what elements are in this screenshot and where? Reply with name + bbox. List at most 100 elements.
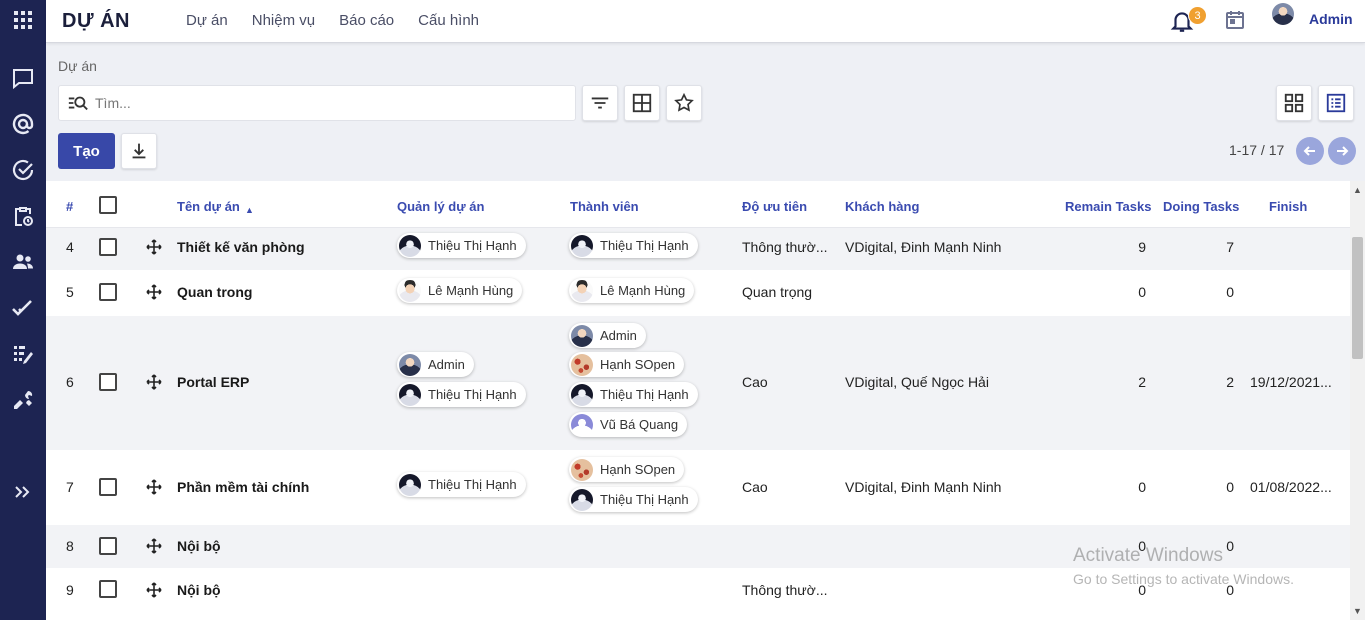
menu-item-reports[interactable]: Báo cáo bbox=[339, 12, 394, 29]
favorites-button[interactable] bbox=[666, 85, 702, 121]
column-header-manager[interactable]: Quản lý dự án bbox=[397, 199, 484, 214]
download-button[interactable] bbox=[121, 133, 157, 169]
arrow-right-icon bbox=[1337, 146, 1349, 156]
calendar-icon[interactable] bbox=[1223, 8, 1247, 32]
grid-table-icon bbox=[632, 93, 652, 113]
download-icon bbox=[132, 143, 146, 159]
row-checkbox[interactable] bbox=[99, 580, 117, 598]
tag-label: Thiệu Thị Hạnh bbox=[428, 387, 517, 402]
star-icon bbox=[674, 92, 694, 112]
tag-label: Admin bbox=[428, 357, 465, 372]
tools-icon[interactable] bbox=[0, 380, 46, 420]
column-header-doing-tasks[interactable]: Doing Tasks bbox=[1163, 199, 1239, 214]
scrollbar-thumb[interactable] bbox=[1352, 237, 1363, 359]
remain-tasks: 9 bbox=[1138, 239, 1146, 255]
menu-item-config[interactable]: Cấu hình bbox=[418, 12, 479, 29]
double-check-icon[interactable] bbox=[0, 288, 46, 328]
create-button[interactable]: Tạo bbox=[58, 133, 115, 169]
customer: VDigital, Đinh Mạnh Ninh bbox=[845, 479, 1002, 495]
manager-tag[interactable]: Thiệu Thị Hạnh bbox=[397, 382, 526, 407]
list-view-button[interactable] bbox=[1318, 85, 1354, 121]
group-by-button[interactable] bbox=[624, 85, 660, 121]
tag-label: Thiệu Thị Hạnh bbox=[600, 387, 689, 402]
table-header: # Tên dự án ▲ Quản lý dự án Thành viên Đ… bbox=[46, 181, 1350, 228]
vertical-scrollbar[interactable]: ▲ ▼ bbox=[1350, 181, 1365, 620]
filter-button[interactable] bbox=[582, 85, 618, 121]
member-tag[interactable]: Hạnh SOpen bbox=[569, 352, 685, 377]
breadcrumb: Dự án bbox=[58, 58, 97, 74]
user-name[interactable]: Admin bbox=[1309, 11, 1353, 27]
project-name: Portal ERP bbox=[177, 374, 250, 390]
finish-date: 19/12/2021... bbox=[1250, 374, 1332, 390]
arrow-left-icon bbox=[1303, 146, 1315, 156]
remain-tasks: 0 bbox=[1138, 284, 1146, 300]
expand-icon[interactable] bbox=[0, 472, 46, 512]
select-all-checkbox[interactable] bbox=[99, 196, 117, 214]
tag-label: Hạnh SOpen bbox=[600, 462, 676, 477]
user-avatar[interactable] bbox=[1272, 3, 1294, 25]
avatar bbox=[399, 473, 421, 496]
project-name: Thiết kế văn phòng bbox=[177, 239, 305, 255]
chat-icon[interactable] bbox=[0, 58, 46, 98]
manager-tag[interactable]: Admin bbox=[397, 352, 474, 377]
project-name: Nội bộ bbox=[177, 582, 221, 598]
column-header-members[interactable]: Thành viên bbox=[570, 199, 639, 214]
member-tag[interactable]: Hạnh SOpen bbox=[569, 457, 685, 482]
tag-label: Thiệu Thị Hạnh bbox=[428, 238, 517, 253]
mention-icon[interactable] bbox=[0, 104, 46, 144]
column-header-customer[interactable]: Khách hàng bbox=[845, 199, 919, 214]
kanban-view-button[interactable] bbox=[1276, 85, 1312, 121]
drag-handle-icon[interactable] bbox=[146, 582, 162, 598]
row-checkbox[interactable] bbox=[99, 373, 117, 391]
manager-tag[interactable]: Thiệu Thị Hạnh bbox=[397, 233, 526, 258]
previous-page-button[interactable] bbox=[1296, 137, 1324, 165]
row-checkbox[interactable] bbox=[99, 283, 117, 301]
manager-tag[interactable]: Lê Mạnh Hùng bbox=[397, 278, 523, 303]
next-page-button[interactable] bbox=[1328, 137, 1356, 165]
avatar bbox=[571, 413, 593, 436]
member-tag[interactable]: Thiệu Thị Hạnh bbox=[569, 233, 698, 258]
column-header-priority[interactable]: Độ ưu tiên bbox=[742, 199, 807, 214]
pager-value[interactable]: 1-17 / 17 bbox=[1229, 142, 1284, 158]
menu-item-tasks[interactable]: Nhiệm vụ bbox=[252, 12, 315, 29]
drag-handle-icon[interactable] bbox=[146, 538, 162, 554]
tag-label: Hạnh SOpen bbox=[600, 357, 676, 372]
task-list-icon[interactable] bbox=[0, 334, 46, 374]
column-header-name[interactable]: Tên dự án bbox=[177, 199, 240, 214]
drag-handle-icon[interactable] bbox=[146, 284, 162, 300]
table-row[interactable]: 4 Thiết kế văn phòng Thiệu Thị Hạnh Thiệ… bbox=[46, 228, 1350, 270]
people-icon[interactable] bbox=[0, 242, 46, 282]
apps-grid-icon[interactable] bbox=[0, 0, 46, 40]
table-row[interactable]: 6 Portal ERP Admin Thiệu Thị Hạnh Admin … bbox=[46, 316, 1350, 450]
drag-handle-icon[interactable] bbox=[146, 239, 162, 255]
manager-tag[interactable]: Thiệu Thị Hạnh bbox=[397, 472, 526, 497]
project-name: Quan trong bbox=[177, 284, 253, 300]
scroll-up-arrow-icon[interactable]: ▲ bbox=[1353, 185, 1362, 195]
member-tag[interactable]: Vũ Bá Quang bbox=[569, 412, 688, 437]
row-checkbox[interactable] bbox=[99, 238, 117, 256]
row-checkbox[interactable] bbox=[99, 537, 117, 555]
scroll-down-arrow-icon[interactable]: ▼ bbox=[1353, 606, 1362, 616]
search-box[interactable] bbox=[58, 85, 576, 121]
left-sidebar bbox=[0, 0, 46, 620]
avatar bbox=[399, 383, 421, 406]
menu-item-projects[interactable]: Dự án bbox=[186, 12, 228, 29]
windows-activation-subtitle: Go to Settings to activate Windows. bbox=[1073, 571, 1294, 587]
doing-tasks: 2 bbox=[1226, 374, 1234, 390]
member-tag[interactable]: Lê Mạnh Hùng bbox=[569, 278, 695, 303]
row-index: 4 bbox=[66, 239, 74, 255]
clipboard-clock-icon[interactable] bbox=[0, 196, 46, 236]
main-menu: Dự án Nhiệm vụ Báo cáo Cấu hình bbox=[186, 12, 503, 29]
drag-handle-icon[interactable] bbox=[146, 479, 162, 495]
row-checkbox[interactable] bbox=[99, 478, 117, 496]
member-tag[interactable]: Thiệu Thị Hạnh bbox=[569, 487, 698, 512]
check-circle-icon[interactable] bbox=[0, 150, 46, 190]
member-tag[interactable]: Admin bbox=[569, 323, 646, 348]
drag-handle-icon[interactable] bbox=[146, 374, 162, 390]
table-row[interactable]: 5 Quan trong Lê Mạnh Hùng Lê Mạnh Hùng Q… bbox=[46, 270, 1350, 316]
member-tag[interactable]: Thiệu Thị Hạnh bbox=[569, 382, 698, 407]
column-header-remain-tasks[interactable]: Remain Tasks bbox=[1065, 199, 1151, 214]
column-header-finish[interactable]: Finish bbox=[1269, 199, 1307, 214]
search-input[interactable] bbox=[95, 95, 555, 111]
table-row[interactable]: 7 Phần mềm tài chính Thiệu Thị Hạnh Hạnh… bbox=[46, 450, 1350, 525]
